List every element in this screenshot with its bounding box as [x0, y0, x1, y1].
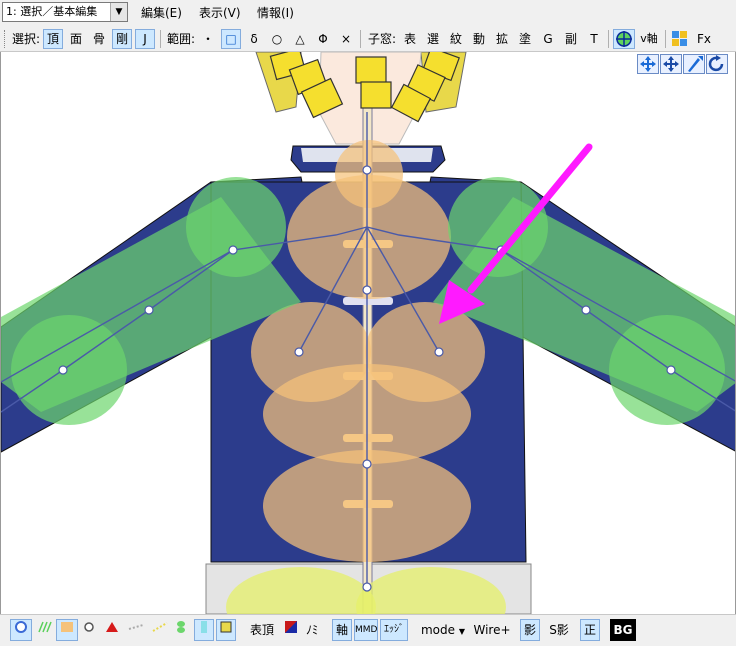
crosshair-icon[interactable]: [613, 29, 635, 49]
menu-edit[interactable]: 編集(E): [138, 4, 185, 22]
material-color-icon[interactable]: [282, 619, 300, 641]
range-label: 範囲:: [166, 32, 196, 46]
show-normals-icon[interactable]: [34, 619, 56, 641]
grid-icon[interactable]: [670, 29, 690, 49]
model-render: [1, 52, 735, 614]
sw-pattern-button[interactable]: 紋: [447, 29, 465, 49]
axis-button[interactable]: 軸: [332, 619, 352, 641]
show-joint-icon[interactable]: [194, 619, 214, 641]
toolbar-divider: [160, 30, 161, 48]
show-frame-icon[interactable]: [150, 619, 170, 641]
move-view-icon[interactable]: [660, 54, 682, 74]
show-morph-icon[interactable]: [126, 619, 146, 641]
mode-select-value: 1: 選択／基本編集: [6, 5, 98, 18]
chevron-down-icon[interactable]: ▼: [110, 3, 127, 21]
sw-table-button[interactable]: 表: [401, 29, 419, 49]
sw-move-button[interactable]: 動: [470, 29, 488, 49]
v-axis-button[interactable]: v軸: [637, 29, 661, 49]
select-vertex-button[interactable]: 頂: [43, 29, 63, 49]
shadow-button[interactable]: 影: [520, 619, 540, 641]
show-bone-icon[interactable]: [80, 619, 98, 641]
select-face-button[interactable]: 面: [66, 29, 86, 49]
show-rigid-icon[interactable]: [172, 619, 190, 641]
no-label-button[interactable]: ﾉﾐ: [302, 619, 322, 641]
fx-button[interactable]: Fx: [692, 29, 716, 49]
show-ik-icon[interactable]: [102, 619, 122, 641]
show-mesh-icon[interactable]: [56, 619, 78, 641]
bg-button[interactable]: BG: [610, 619, 636, 641]
menu-info[interactable]: 情報(I): [254, 4, 297, 22]
mmd-button[interactable]: MMD: [354, 619, 378, 641]
self-shadow-button[interactable]: S影: [544, 619, 574, 641]
range-phi-button[interactable]: Φ: [314, 29, 332, 49]
select-joint-button[interactable]: J: [135, 29, 155, 49]
show-vertex-icon[interactable]: [10, 619, 32, 641]
mode-dropdown[interactable]: mode ▼: [418, 619, 468, 641]
range-x-button[interactable]: ×: [337, 29, 355, 49]
range-circle-button[interactable]: ○: [268, 29, 286, 49]
range-point-button[interactable]: ・: [199, 29, 217, 49]
toolbar-divider: [665, 30, 666, 48]
rotate-view-icon[interactable]: [706, 54, 728, 74]
toolbar-grip[interactable]: [4, 30, 8, 48]
vertex-table-button[interactable]: 表頂: [246, 619, 278, 641]
show-softbody-icon[interactable]: [216, 619, 236, 641]
zoom-view-icon[interactable]: [683, 54, 705, 74]
mode-select[interactable]: 1: 選択／基本編集 ▼: [2, 2, 128, 22]
menu-bar: 1: 選択／基本編集 ▼ 編集(E) 表示(V) 情報(I): [0, 0, 736, 27]
viewport-3d[interactable]: [0, 52, 736, 614]
select-bone-button[interactable]: 骨: [89, 29, 109, 49]
toolbar-divider: [360, 30, 361, 48]
sw-g-button[interactable]: G: [539, 29, 557, 49]
subwindow-label: 子窓:: [367, 32, 397, 46]
ortho-button[interactable]: 正: [580, 619, 600, 641]
toolbar: 選択: 頂 面 骨 剛 J 範囲: ・ □ δ ○ △ Φ × 子窓: 表 選 …: [0, 27, 736, 52]
bottom-toolbar: 表頂 ﾉﾐ 軸 MMD ｴｯｼﾞ mode ▼ Wire+ 影 S影 正 BG: [0, 614, 736, 646]
sw-sub-button[interactable]: 副: [562, 29, 580, 49]
range-rect-button[interactable]: □: [221, 29, 241, 49]
edge-button[interactable]: ｴｯｼﾞ: [380, 619, 408, 641]
sw-paint-button[interactable]: 塗: [516, 29, 534, 49]
select-label: 選択:: [11, 32, 41, 46]
menu-view[interactable]: 表示(V): [196, 4, 244, 22]
pan-view-icon[interactable]: [637, 54, 659, 74]
mode-label: mode: [420, 623, 456, 637]
wire-button[interactable]: Wire+: [472, 619, 512, 641]
sw-t-button[interactable]: T: [585, 29, 603, 49]
sw-select-button[interactable]: 選: [424, 29, 442, 49]
toolbar-divider: [608, 30, 609, 48]
select-rigid-button[interactable]: 剛: [112, 29, 132, 49]
range-delta-button[interactable]: δ: [245, 29, 263, 49]
chevron-down-icon: ▼: [458, 627, 465, 636]
range-triangle-button[interactable]: △: [291, 29, 309, 49]
sw-scale-button[interactable]: 拡: [493, 29, 511, 49]
